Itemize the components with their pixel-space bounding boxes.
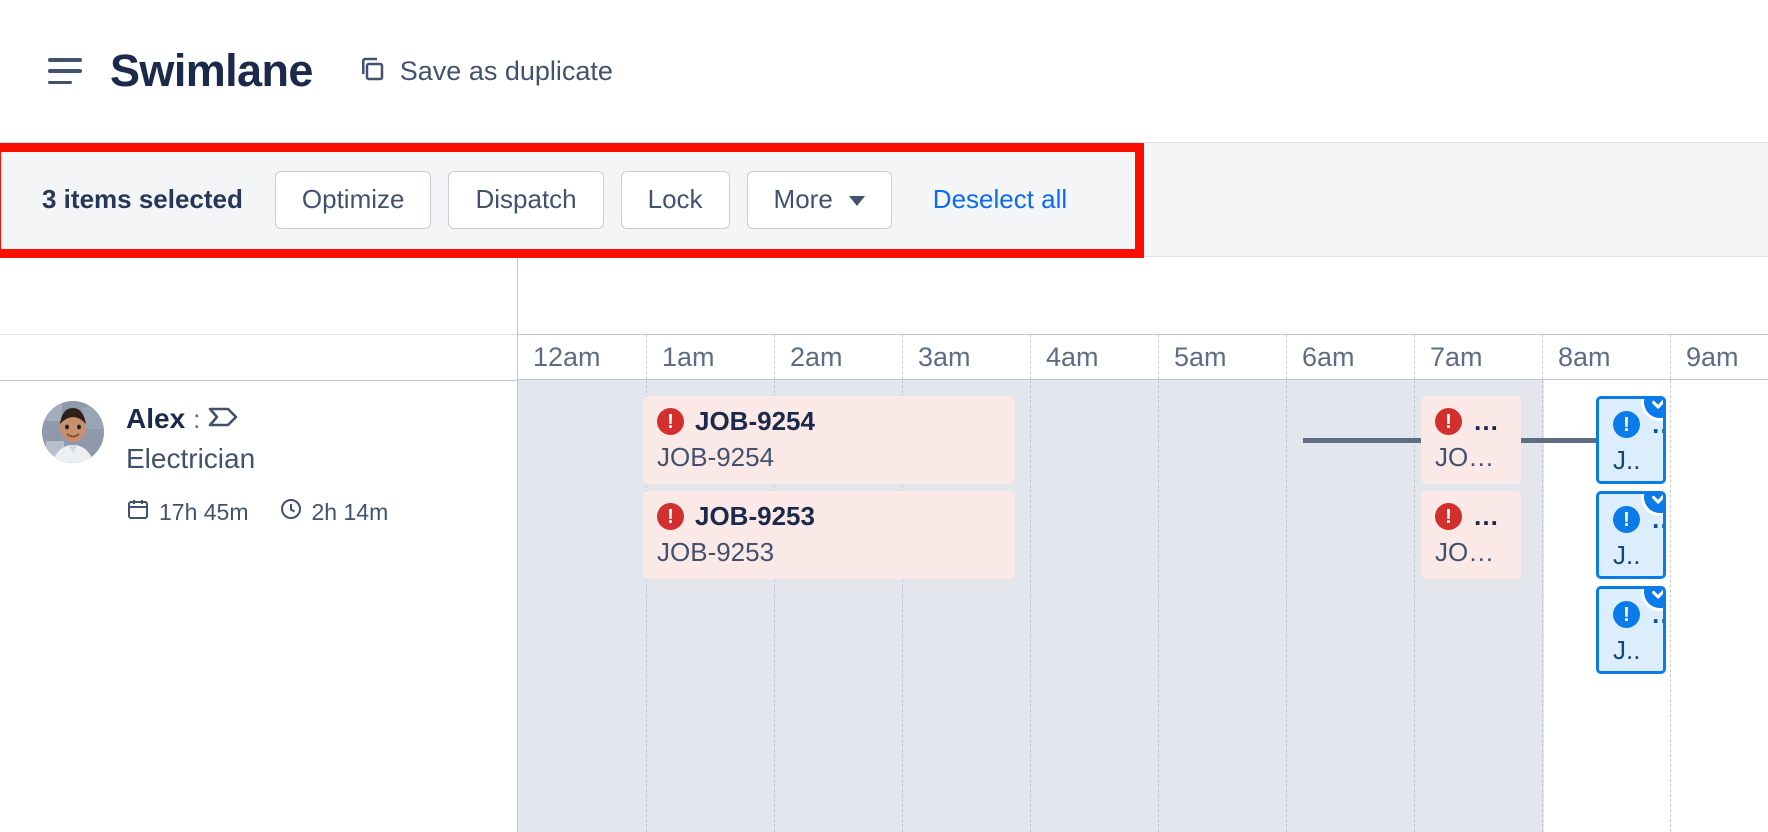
job-card-title-row: ! JOB-9254 [657, 406, 1001, 437]
job-card-title: … [1473, 501, 1499, 531]
job-card-subtitle: J.. [1613, 445, 1641, 475]
resource-pane: Alex : Electrician 17h 45m 2h 14m [0, 257, 518, 832]
dispatch-button[interactable]: Dispatch [448, 170, 604, 229]
save-as-duplicate-label: Save as duplicate [399, 55, 613, 86]
selected-count-label: 3 items selected [42, 184, 243, 214]
job-card-9253[interactable]: ! JOB-9253 JOB-9253 [643, 491, 1015, 579]
alert-icon: ! [1435, 503, 1462, 530]
job-card-selected-2[interactable]: !… J.. [1596, 491, 1666, 579]
flag-arrow-icon [208, 406, 238, 433]
job-card-subtitle: JO… [1435, 442, 1495, 472]
job-card-title-row: !… [1613, 409, 1663, 440]
job-card-title: JOB-9253 [695, 501, 815, 531]
chevron-down-icon [848, 196, 865, 206]
travel-duration-stat: 2h 14m [279, 497, 389, 527]
lock-button[interactable]: Lock [620, 170, 730, 229]
resource-pane-header [0, 257, 517, 335]
alert-icon: ! [1613, 601, 1640, 628]
resource-row[interactable]: Alex : Electrician 17h 45m 2h 14m [0, 380, 517, 527]
timeline-gridline [1030, 380, 1031, 832]
job-card-subtitle: J.. [1613, 540, 1641, 570]
page-title: Swimlane [110, 45, 313, 96]
more-dropdown-button[interactable]: More [746, 170, 892, 229]
timeline-gridline [1158, 380, 1159, 832]
timeline-hour-8am: 8am [1542, 335, 1670, 379]
job-card-selected-3[interactable]: !… J.. [1596, 586, 1666, 674]
job-card-truncated-1[interactable]: !… JO… [1421, 396, 1521, 484]
job-card-title: JOB-9254 [695, 406, 815, 436]
job-card-title-row: !… [1613, 504, 1663, 535]
save-as-duplicate-button[interactable]: Save as duplicate [357, 54, 613, 89]
scheduled-duration-stat: 17h 45m [126, 497, 249, 527]
alert-icon: ! [1613, 506, 1640, 533]
hamburger-icon[interactable] [48, 58, 82, 84]
resource-details: Alex : Electrician 17h 45m 2h 14m [126, 401, 388, 527]
timeline-gridline [1286, 380, 1287, 832]
job-card-subtitle: J.. [1613, 635, 1641, 665]
dependency-link-2 [1525, 438, 1600, 443]
timeline-hour-4am: 4am [1030, 335, 1158, 379]
more-label: More [773, 184, 833, 214]
scheduler: Alex : Electrician 17h 45m 2h 14m 12am 1… [0, 257, 1768, 832]
clock-icon [279, 497, 303, 527]
travel-duration-value: 2h 14m [311, 498, 389, 525]
timeline-top-band [518, 257, 1768, 335]
resource-pane-subheader [0, 335, 517, 380]
job-card-subtitle: JOB-9253 [657, 537, 775, 567]
timeline-gridline [1542, 380, 1543, 832]
resource-separator: : [193, 403, 201, 434]
alert-icon: ! [1435, 408, 1462, 435]
timeline-gridline [1414, 380, 1415, 832]
resource-stats: 17h 45m 2h 14m [126, 497, 388, 527]
selection-action-bar: 3 items selected Optimize Dispatch Lock … [0, 142, 1768, 258]
job-card-9254[interactable]: ! JOB-9254 JOB-9254 [643, 396, 1015, 484]
alert-icon: ! [657, 408, 684, 435]
timeline-pane: 12am 1am 2am 3am 4am 5am 6am 7am 8am 9am ! JOB-925… [518, 257, 1768, 832]
job-card-subtitle: JO… [1435, 537, 1495, 567]
timeline-hour-2am: 2am [774, 335, 902, 379]
timeline-hour-5am: 5am [1158, 335, 1286, 379]
job-card-subtitle: JOB-9254 [657, 442, 775, 472]
job-card-title: … [1473, 406, 1499, 436]
alert-icon: ! [657, 503, 684, 530]
timeline-hour-1am: 1am [646, 335, 774, 379]
avatar [42, 401, 104, 463]
job-card-title-row: !… [1435, 501, 1507, 532]
job-card-truncated-2[interactable]: !… JO… [1421, 491, 1521, 579]
job-card-selected-1[interactable]: !… J.. [1596, 396, 1666, 484]
timeline-hour-header: 12am 1am 2am 3am 4am 5am 6am 7am 8am 9am [518, 335, 1768, 380]
resource-name: Alex [126, 403, 186, 434]
timeline-gridline [1670, 380, 1671, 832]
alert-icon: ! [1613, 411, 1640, 438]
timeline-hour-12am: 12am [533, 341, 601, 372]
timeline-hour-3am: 3am [902, 335, 1030, 379]
scheduled-duration-value: 17h 45m [159, 498, 249, 525]
job-card-title-row: ! JOB-9253 [657, 501, 1001, 532]
timeline-hour-9am: 9am [1670, 335, 1768, 379]
optimize-button[interactable]: Optimize [274, 170, 432, 229]
job-card-title-row: !… [1435, 406, 1507, 437]
resource-role: Electrician [126, 443, 256, 474]
app-header: Swimlane Save as duplicate [0, 0, 1768, 142]
deselect-all-button[interactable]: Deselect all [923, 184, 1077, 215]
job-card-title-row: !… [1613, 599, 1663, 630]
timeline-body[interactable]: ! JOB-9254 JOB-9254! JOB-9253 JOB-9253!… JO…!… [518, 380, 1768, 832]
timeline-hour-6am: 6am [1286, 335, 1414, 379]
timeline-hour-7am: 7am [1414, 335, 1542, 379]
calendar-icon [126, 497, 150, 527]
copy-icon [357, 54, 387, 89]
